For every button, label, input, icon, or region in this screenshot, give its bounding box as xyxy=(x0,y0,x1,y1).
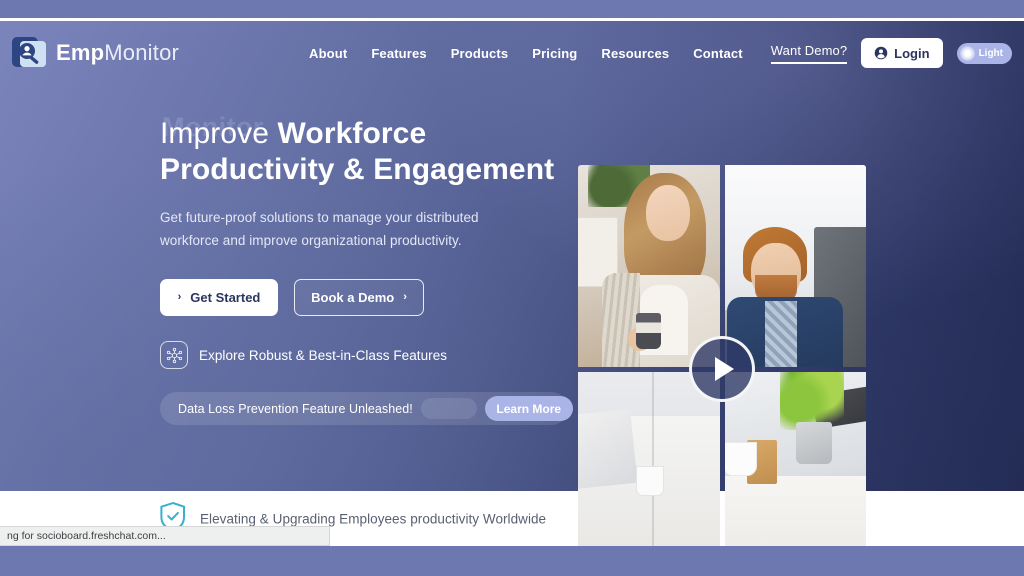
chevron-right-icon: › xyxy=(177,291,182,303)
browser-top-band xyxy=(0,0,1024,18)
announcement-banner: Data Loss Prevention Feature Unleashed! … xyxy=(160,392,573,425)
browser-status-bar: ng for socioboard.freshchat.com... xyxy=(0,526,330,546)
play-video-button[interactable] xyxy=(689,336,755,402)
login-button[interactable]: Login xyxy=(861,38,943,68)
trust-label: Elevating & Upgrading Employees producti… xyxy=(200,511,547,526)
play-icon xyxy=(715,357,734,381)
book-demo-label: Book a Demo xyxy=(311,290,395,305)
explore-features-label: Explore Robust & Best-in-Class Features xyxy=(199,347,448,363)
hero-copy: Monitor Improve Workforce Productivity &… xyxy=(160,112,580,425)
navbar: EmpMonitor About Features Products Prici… xyxy=(0,21,1024,85)
collage-photo-bottom-left xyxy=(578,371,720,546)
nav-item-features[interactable]: Features xyxy=(371,46,426,61)
page-viewport: EmpMonitor About Features Products Prici… xyxy=(0,21,1024,546)
nav-item-resources[interactable]: Resources xyxy=(601,46,669,61)
login-button-label: Login xyxy=(894,45,930,61)
collage-photo-bottom-right xyxy=(724,371,866,546)
page-title: Improve Workforce Productivity & Engagem… xyxy=(160,116,580,188)
hero-subtitle: Get future-proof solutions to manage you… xyxy=(160,210,479,248)
brand-logo[interactable]: EmpMonitor xyxy=(12,35,179,71)
get-started-button[interactable]: › Get Started xyxy=(160,279,278,316)
person-magnifier-logo-icon xyxy=(12,35,48,71)
get-started-label: Get Started xyxy=(190,290,261,305)
nav-item-contact[interactable]: Contact xyxy=(693,46,742,61)
brand-name: EmpMonitor xyxy=(56,40,179,66)
hero-photo-collage xyxy=(578,165,866,546)
sun-icon xyxy=(959,45,975,61)
brand-name-bold: Emp xyxy=(56,40,105,65)
chevron-right-icon: › xyxy=(403,291,407,303)
nav-item-products[interactable]: Products xyxy=(451,46,509,61)
network-nodes-icon xyxy=(160,341,188,369)
nav-item-about[interactable]: About xyxy=(309,46,347,61)
hero-title-line2: Productivity & Engagement xyxy=(160,153,555,186)
theme-toggle-label: Light xyxy=(978,47,1003,59)
user-account-icon xyxy=(874,46,888,60)
announcement-ghost-pill xyxy=(420,398,477,419)
collage-photo-top-right xyxy=(724,165,866,367)
browser-bottom-band xyxy=(0,546,1024,576)
collage-photo-top-left xyxy=(578,165,720,367)
browser-status-text: ng for socioboard.freshchat.com... xyxy=(7,530,166,542)
explore-features-link[interactable]: Explore Robust & Best-in-Class Features xyxy=(160,341,580,369)
navbar-actions: Want Demo? Login Light xyxy=(770,38,1012,68)
learn-more-button[interactable]: Learn More xyxy=(484,396,573,421)
announcement-text: Data Loss Prevention Feature Unleashed! xyxy=(178,401,413,416)
brand-name-thin: Monitor xyxy=(104,40,180,65)
main-navigation: About Features Products Pricing Resource… xyxy=(309,46,743,61)
nav-item-pricing[interactable]: Pricing xyxy=(532,46,577,61)
hero-cta-row: › Get Started Book a Demo › xyxy=(160,279,580,316)
book-a-demo-button[interactable]: Book a Demo › xyxy=(294,279,424,316)
hero-title-line1-plain: Improve xyxy=(160,117,278,150)
want-demo-link[interactable]: Want Demo? xyxy=(770,43,848,64)
hero-section: EmpMonitor About Features Products Prici… xyxy=(0,21,1024,491)
theme-toggle[interactable]: Light xyxy=(956,42,1012,64)
hero-title-line1-highlight: Workforce xyxy=(277,117,427,150)
